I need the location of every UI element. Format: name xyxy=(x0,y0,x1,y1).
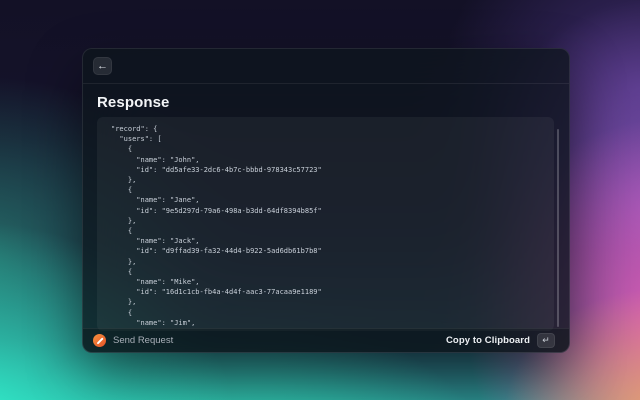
send-request-icon xyxy=(93,334,106,347)
code-line: { xyxy=(111,267,133,276)
return-key-icon: ↵ xyxy=(537,333,555,348)
response-code-block: "record": { "users": [ { "name": "John",… xyxy=(97,117,554,331)
code-line: "users": [ xyxy=(111,135,162,144)
panel-footer: Send Request Copy to Clipboard ↵ xyxy=(83,328,569,352)
code-line: "name": "Jack", xyxy=(111,237,200,246)
code-line: }, xyxy=(111,216,137,225)
code-line: "id": "9e5d297d-79a6-498a-b3dd-64df8394b… xyxy=(111,206,322,215)
send-request-button[interactable]: Send Request xyxy=(93,334,173,347)
back-arrow-icon: ← xyxy=(97,60,108,72)
code-line: "id": "d9ffad39-fa32-44d4-b922-5ad6db61b… xyxy=(111,247,322,256)
code-line: }, xyxy=(111,298,137,307)
code-scrollbar[interactable] xyxy=(557,129,559,327)
code-line: "id": "dd5afe33-2dc6-4b7c-bbbd-978343c57… xyxy=(111,165,322,174)
slash-glyph xyxy=(96,337,103,344)
code-line: { xyxy=(111,227,133,236)
code-line: }, xyxy=(111,257,137,266)
code-line: "name": "Jim", xyxy=(111,318,196,327)
code-line: { xyxy=(111,145,133,154)
back-button[interactable]: ← xyxy=(93,57,112,75)
panel-header: ← xyxy=(83,49,569,84)
code-line: "record": { xyxy=(111,125,158,133)
code-line: { xyxy=(111,308,133,317)
send-request-label: Send Request xyxy=(113,335,174,346)
response-panel: ← Response "record": { "users": [ { "nam… xyxy=(82,48,570,353)
copy-to-clipboard-label: Copy to Clipboard xyxy=(445,335,530,346)
code-line: "name": "John", xyxy=(111,155,200,164)
copy-to-clipboard-button[interactable]: Copy to Clipboard ↵ xyxy=(446,333,555,348)
code-line: { xyxy=(111,186,133,195)
code-line: "name": "Jane", xyxy=(111,196,200,205)
code-line: }, xyxy=(111,176,137,185)
page-title: Response xyxy=(97,94,170,111)
code-line: "id": "16d1c1cb-fb4a-4d4f-aac3-77acaa9e1… xyxy=(111,288,322,297)
code-line: "name": "Mike", xyxy=(111,278,200,287)
